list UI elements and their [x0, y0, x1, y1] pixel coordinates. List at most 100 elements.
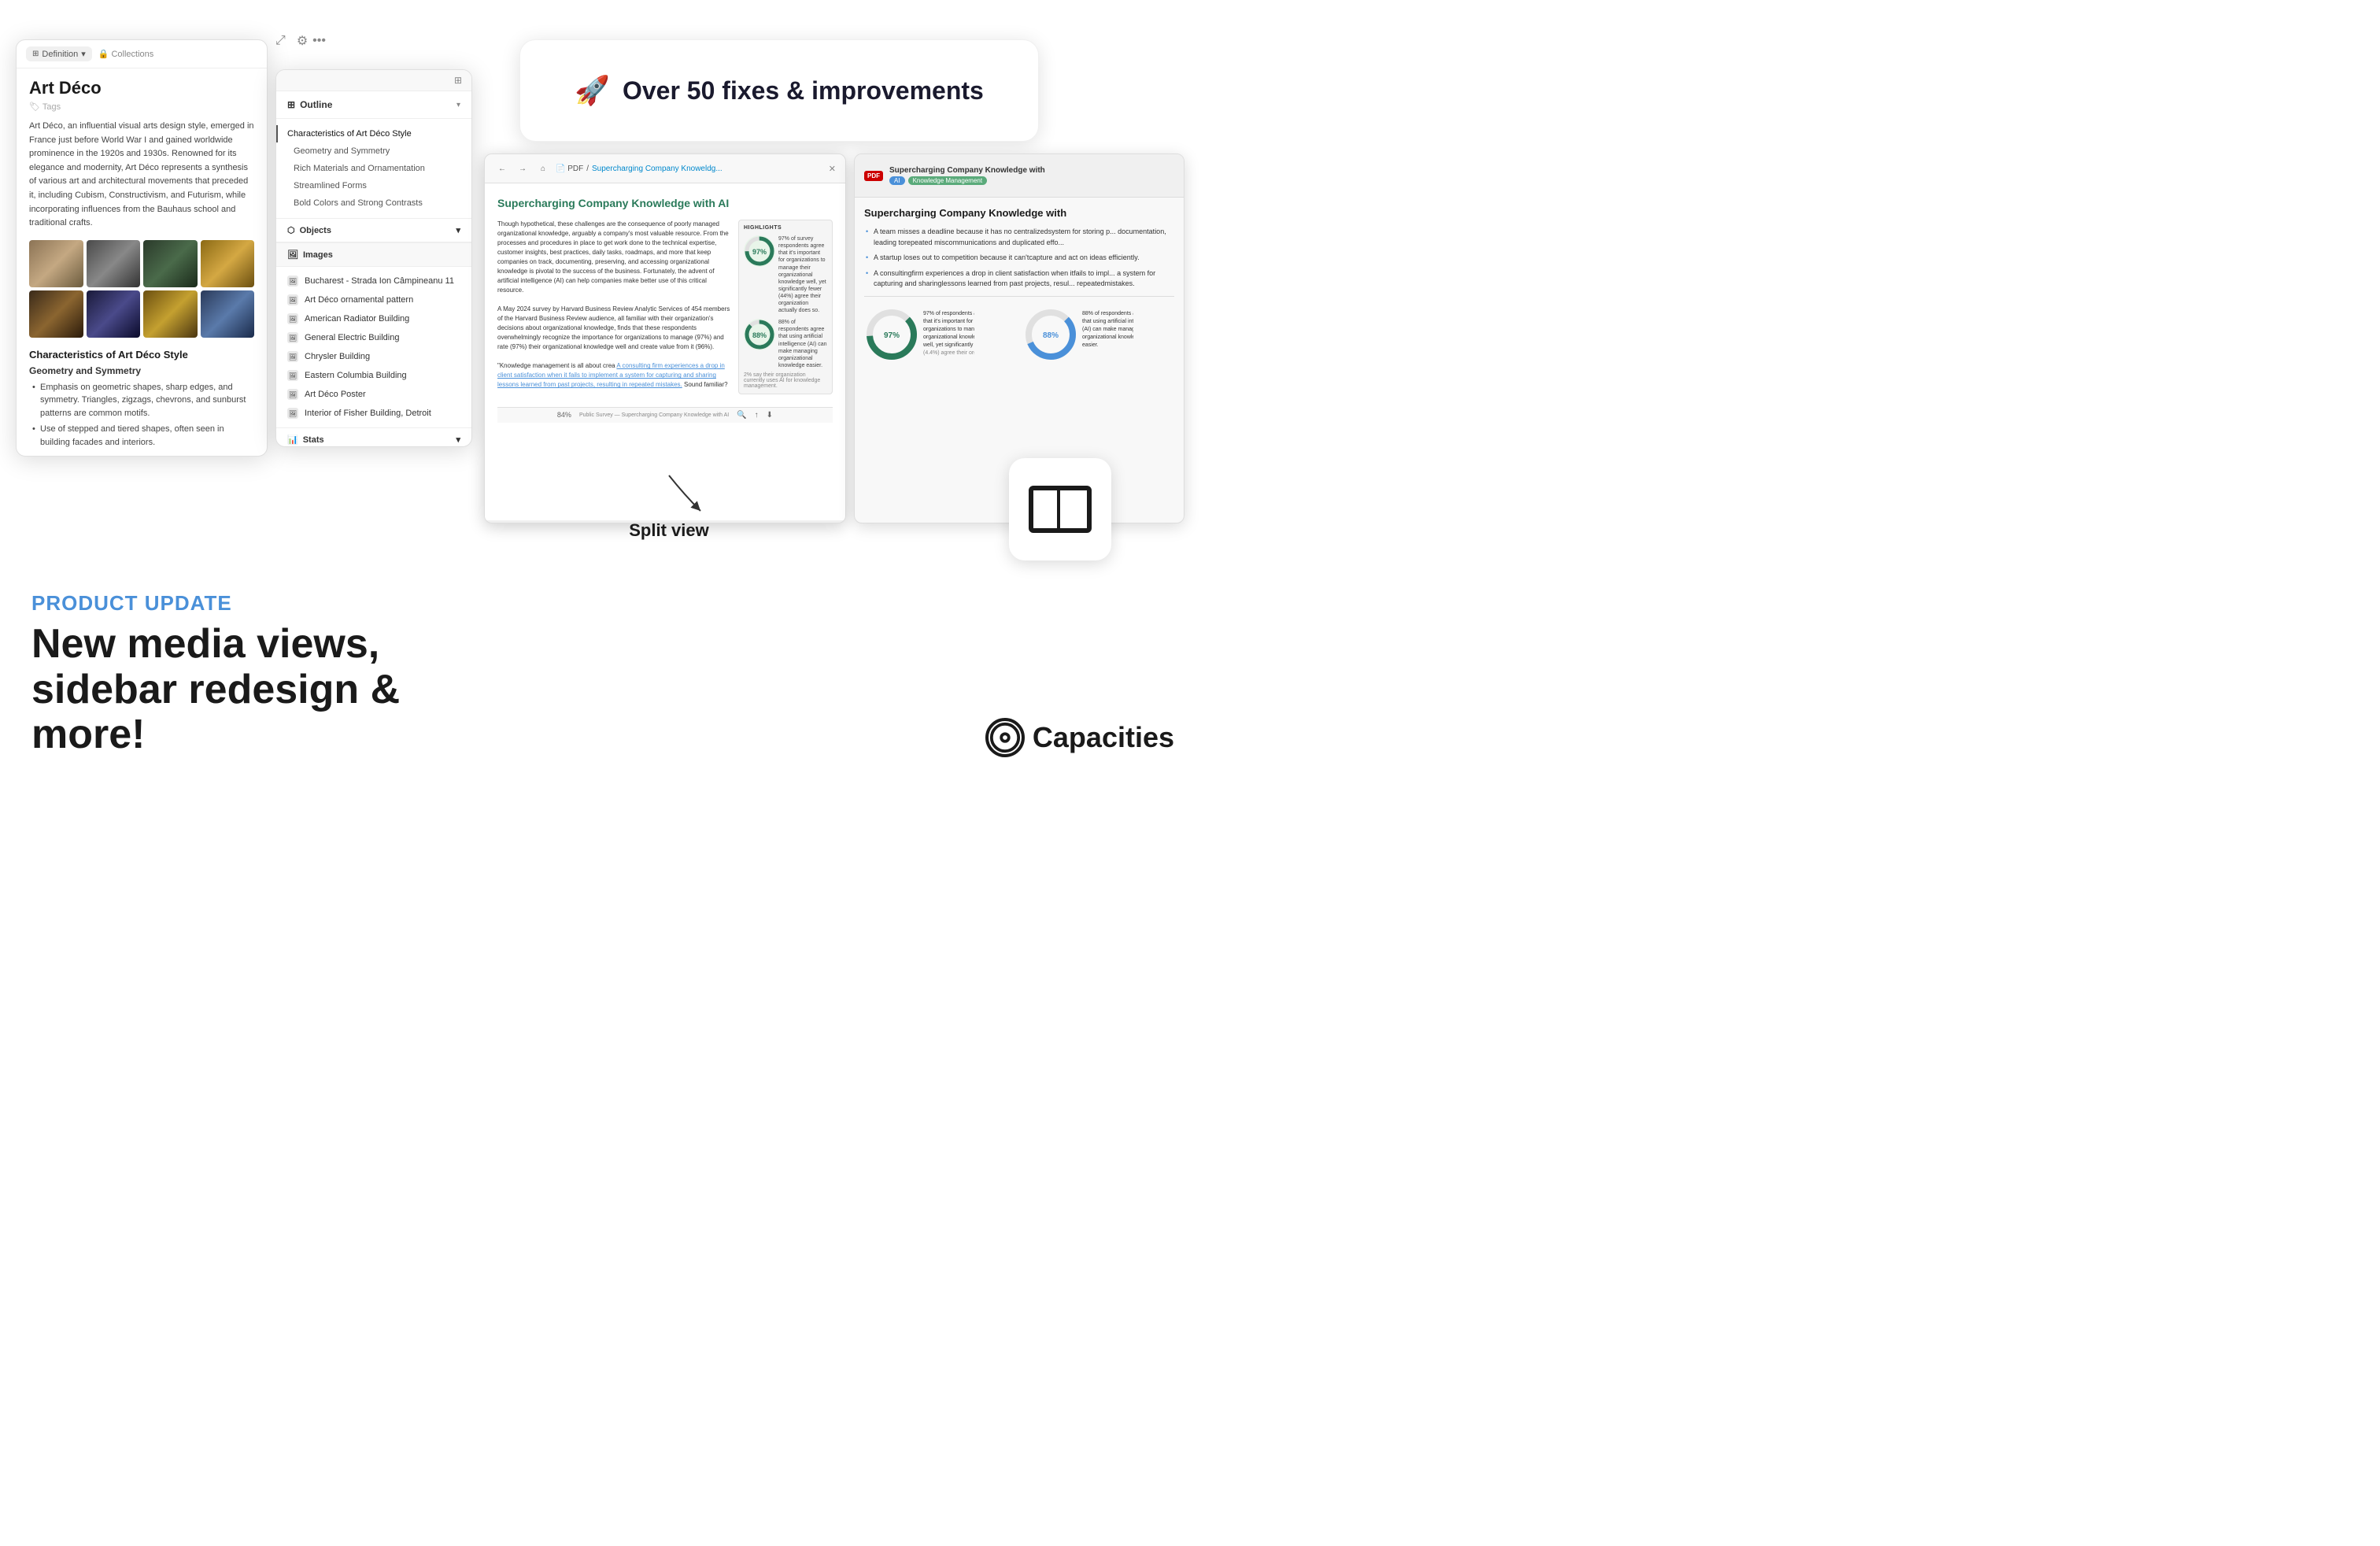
- svg-text:97% of respondents agree: 97% of respondents agree: [923, 311, 974, 316]
- pdf-breadcrumb: 📄 PDF / Supercharging Company Knoweldg..…: [556, 165, 722, 173]
- pdf-download-icon[interactable]: ⬇: [767, 411, 773, 420]
- split-pdf-badge: PDF: [864, 171, 883, 181]
- img-thumb-icon-2: 🖼: [287, 313, 298, 324]
- pdf-close-icon[interactable]: ✕: [829, 164, 836, 174]
- doc-images-grid: [29, 240, 254, 338]
- split-view-annotation: Split view: [622, 448, 716, 541]
- image-item-0[interactable]: 🖼 Bucharest - Strada Ion Câmpineanu 11: [276, 272, 471, 290]
- image-item-2[interactable]: 🖼 American Radiator Building: [276, 309, 471, 328]
- image-item-label-3: General Electric Building: [305, 333, 399, 342]
- img-thumb-icon-7: 🖼: [287, 408, 298, 419]
- image-item-4[interactable]: 🖼 Chrysler Building: [276, 347, 471, 366]
- pdf-footer: Public Survey — Supercharging Company Kn…: [579, 412, 729, 418]
- svg-text:88%: 88%: [1043, 331, 1059, 340]
- tags-placeholder: Tags: [42, 102, 61, 112]
- objects-icon-row: ⬡ Objects: [287, 225, 331, 235]
- pdf-back-button[interactable]: ←: [494, 161, 510, 176]
- tag-ai: AI: [889, 176, 905, 185]
- outline-item-2[interactable]: Rich Materials and Ornamentation: [276, 160, 471, 177]
- img-thumb-icon-6: 🖼: [287, 389, 298, 400]
- product-update-headline: New media views, sidebar redesign & more…: [31, 622, 488, 757]
- split-tags: AI Knowledge Management: [889, 176, 1045, 185]
- doc-image-5: [29, 290, 83, 338]
- image-item-label-4: Chrysler Building: [305, 352, 370, 361]
- pdf-page-title: Supercharging Company Knowledge with AI: [497, 196, 833, 210]
- pdf-doc-title: Supercharging Company Knoweldg...: [592, 165, 722, 173]
- image-item-label-2: American Radiator Building: [305, 314, 409, 324]
- svg-text:organizational knowledge: organizational knowledge: [923, 335, 974, 340]
- objects-label: Objects: [300, 226, 331, 235]
- image-item-1[interactable]: 🖼 Art Déco ornamental pattern: [276, 290, 471, 309]
- settings-icon[interactable]: ⚙: [297, 33, 308, 49]
- objects-section[interactable]: ⬡ Objects ▾: [276, 218, 471, 242]
- svg-text:88% of respondents agree: 88% of respondents agree: [1082, 311, 1133, 316]
- pdf-home-button[interactable]: ⌂: [535, 161, 551, 176]
- split-bullet-1: A startup loses out to competition becau…: [864, 253, 1174, 264]
- collections-link[interactable]: 🔒 Collections: [98, 49, 154, 59]
- image-item-6[interactable]: 🖼 Art Déco Poster: [276, 385, 471, 404]
- pdf-toolbar: ← → ⌂ 📄 PDF / Supercharging Company Know…: [485, 154, 845, 183]
- bullet-1: Emphasis on geometric shapes, sharp edge…: [29, 381, 254, 420]
- split-icon-left: [1033, 490, 1060, 528]
- doc-content: Art Déco 🏷 Tags Art Déco, an influential…: [17, 68, 267, 453]
- pdf-zoom-icon[interactable]: 🔍: [737, 411, 746, 420]
- doc-image-7: [143, 290, 198, 338]
- outline-item-3[interactable]: Streamlined Forms: [276, 177, 471, 194]
- definition-label: Definition: [42, 50, 78, 59]
- fixes-text: Over 50 fixes & improvements: [623, 76, 984, 105]
- art-deco-doc-panel: ⊞ Definition ▾ 🔒 Collections Art Déco 🏷 …: [16, 39, 268, 457]
- outline-title: Outline: [300, 99, 332, 110]
- svg-text:that it's important for: that it's important for: [923, 319, 974, 324]
- img-thumb-icon: 🖼: [287, 276, 298, 287]
- stats-icon: 📊: [287, 435, 298, 445]
- outline-chevron-icon[interactable]: ▾: [456, 101, 460, 109]
- svg-text:(AI) can make managing: (AI) can make managing: [1082, 327, 1133, 332]
- outline-item-4[interactable]: Bold Colors and Strong Contrasts: [276, 194, 471, 212]
- image-item-7[interactable]: 🖼 Interior of Fisher Building, Detroit: [276, 404, 471, 423]
- expand-icon[interactable]: ⤢: [275, 34, 286, 48]
- svg-text:97%: 97%: [752, 248, 767, 256]
- outline-panel: ⊞ ⊞ Outline ▾ Characteristics of Art Déc…: [275, 69, 472, 447]
- stats-section-header[interactable]: 📊 Stats ▾: [276, 427, 471, 447]
- definition-tag[interactable]: ⊞ Definition ▾: [26, 46, 92, 61]
- outline-title-row: ⊞ Outline: [287, 99, 332, 110]
- doc-tags-row[interactable]: 🏷 Tags: [29, 102, 254, 112]
- pdf-share-icon[interactable]: ↑: [755, 411, 759, 420]
- more-icon[interactable]: •••: [312, 34, 326, 48]
- split-doc-label: Supercharging Company Knowledge with: [889, 166, 1045, 175]
- image-item-3[interactable]: 🖼 General Electric Building: [276, 328, 471, 347]
- svg-text:97%: 97%: [884, 331, 900, 340]
- image-item-label-1: Art Déco ornamental pattern: [305, 295, 413, 305]
- collections-label: Collections: [111, 50, 153, 59]
- pdf-highlights-container: HIGHLIGHTS 97% 97% of survey respondents…: [497, 220, 833, 401]
- stats-icon-row: 📊 Stats: [287, 435, 324, 445]
- doc-image-3: [143, 240, 198, 287]
- outline-content: Characteristics of Art Déco Style Geomet…: [276, 119, 471, 218]
- pdf-highlight: A consulting firm experiences a drop in …: [497, 362, 725, 388]
- capacities-icon: [985, 718, 1025, 757]
- image-item-5[interactable]: 🖼 Eastern Columbia Building: [276, 366, 471, 385]
- km-chart-2: 88% 88% of respondents agree that using …: [1023, 303, 1174, 370]
- pdf-forward-button[interactable]: →: [515, 161, 530, 176]
- highlights-title: HIGHLIGHTS: [744, 225, 827, 231]
- breadcrumb-sep: /: [586, 165, 589, 173]
- stat-note: 2% say their organization currently uses…: [744, 372, 827, 389]
- split-bullet-2: A consultingfirm experiences a drop in c…: [864, 268, 1174, 290]
- outline-item-1[interactable]: Geometry and Symmetry: [276, 142, 471, 160]
- outline-top-bar: ⊞: [276, 70, 471, 91]
- split-icon-right: [1060, 490, 1087, 528]
- outline-item-0[interactable]: Characteristics of Art Déco Style: [276, 125, 471, 142]
- svg-text:(4.4%) agree their org...: (4.4%) agree their org...: [923, 350, 974, 356]
- images-icon-row: 🖼 Images: [287, 250, 333, 260]
- split-doc-info: Supercharging Company Knowledge with AI …: [889, 166, 1045, 185]
- pdf-label: 📄 PDF: [556, 165, 583, 173]
- doc-image-8: [201, 290, 255, 338]
- doc-image-6: [87, 290, 141, 338]
- image-item-label-0: Bucharest - Strada Ion Câmpineanu 11: [305, 276, 454, 286]
- settings-small-icon[interactable]: ⊞: [454, 75, 462, 86]
- stats-label: Stats: [303, 435, 324, 445]
- outline-header: ⊞ Outline ▾: [276, 91, 471, 119]
- section-title: Characteristics of Art Déco Style: [29, 349, 254, 361]
- svg-text:organizational knowledge: organizational knowledge: [1082, 335, 1133, 340]
- images-section[interactable]: 🖼 Images: [276, 242, 471, 267]
